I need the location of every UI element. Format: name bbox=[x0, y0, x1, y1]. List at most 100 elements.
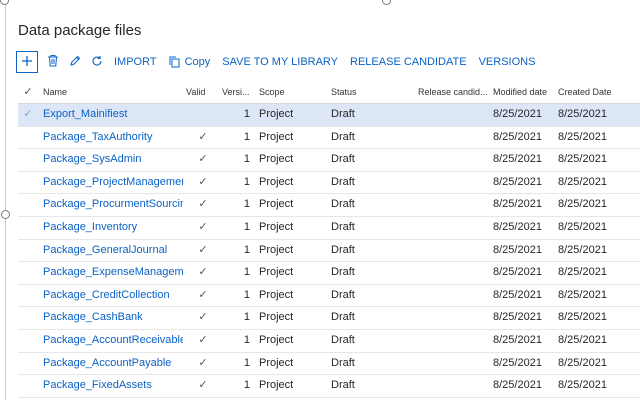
select-all-checkbox[interactable]: ✓ bbox=[18, 81, 38, 103]
valid-check: ✓ bbox=[198, 175, 208, 188]
valid-check bbox=[186, 104, 220, 126]
release-candidate-cell bbox=[418, 217, 490, 239]
refresh-button[interactable] bbox=[86, 51, 108, 73]
modified-date-cell: 8/25/2021 bbox=[493, 108, 542, 120]
package-name-link[interactable]: Package_ProjectManagement bbox=[43, 172, 183, 194]
column-header-valid[interactable]: Valid bbox=[186, 81, 220, 103]
column-header-release-candidate[interactable]: Release candid... bbox=[418, 81, 490, 103]
status-cell: Draft bbox=[331, 356, 355, 369]
row-select-checkbox[interactable] bbox=[18, 217, 38, 239]
save-to-my-library-button[interactable]: SAVE TO MY LIBRARY bbox=[216, 51, 344, 73]
created-date-cell: 8/25/2021 bbox=[558, 153, 607, 166]
package-name-link[interactable]: Export_Mainifiest bbox=[43, 104, 183, 126]
row-select-checkbox[interactable] bbox=[18, 285, 38, 307]
edit-button[interactable] bbox=[64, 51, 86, 73]
new-button[interactable] bbox=[16, 51, 38, 73]
column-header-modified-date[interactable]: Modified date bbox=[493, 81, 555, 103]
action-toolbar: IMPORT Copy SAVE TO MY LIBRARY RELEASE C… bbox=[16, 50, 541, 74]
status-cell: Draft bbox=[331, 379, 355, 392]
copy-button[interactable]: Copy bbox=[163, 51, 217, 73]
column-header-created-date[interactable]: Created Date bbox=[558, 81, 628, 103]
import-button[interactable]: IMPORT bbox=[108, 51, 163, 73]
modified-date-cell: 8/25/2021 bbox=[493, 379, 542, 392]
versions-button[interactable]: VERSIONS bbox=[473, 51, 542, 73]
trash-icon bbox=[47, 54, 59, 70]
scope-cell: Project bbox=[259, 311, 294, 324]
delete-button[interactable] bbox=[42, 51, 64, 73]
row-select-checkbox[interactable] bbox=[18, 172, 38, 194]
status-cell: Draft bbox=[331, 243, 355, 256]
grid-header: ✓ Name Valid Versi... Scope Status Relea… bbox=[18, 81, 640, 104]
modified-date-cell: 8/25/2021 bbox=[493, 175, 542, 188]
resize-handle-top[interactable] bbox=[382, 0, 391, 5]
table-row[interactable]: Package_ProjectManagement ✓ 1 Project Draft 8… bbox=[18, 172, 640, 195]
package-name-link[interactable]: Package_ExpenseManagement bbox=[43, 262, 183, 284]
release-candidate-button[interactable]: RELEASE CANDIDATE bbox=[344, 51, 473, 73]
row-select-checkbox[interactable] bbox=[18, 149, 38, 171]
table-row[interactable]: Package_SysAdmin ✓ 1 Project Draft 8/25/2021 8… bbox=[18, 149, 640, 172]
modified-date-cell: 8/25/2021 bbox=[493, 198, 542, 211]
table-row[interactable]: Package_AccountPayable ✓ 1 Project Draft 8/25… bbox=[18, 353, 640, 376]
row-select-checkbox[interactable] bbox=[18, 262, 38, 284]
table-row[interactable]: Package_TaxAuthority ✓ 1 Project Draft 8/25/2… bbox=[18, 127, 640, 150]
table-row[interactable]: Package_ExpenseManagement ✓ 1 Project Draft 8… bbox=[18, 262, 640, 285]
row-select-checkbox[interactable] bbox=[18, 194, 38, 216]
table-row[interactable]: ✓ Export_Mainifiest 1 Project Draft 8/25/2021… bbox=[18, 104, 640, 127]
row-select-checkbox[interactable] bbox=[18, 330, 38, 352]
created-date-cell: 8/25/2021 bbox=[558, 311, 607, 324]
table-row[interactable]: Package_FixedAssets ✓ 1 Project Draft 8/25/20… bbox=[18, 375, 640, 398]
version-cell: 1 bbox=[243, 153, 250, 166]
column-header-name[interactable]: Name bbox=[43, 81, 183, 103]
version-cell: 1 bbox=[243, 108, 250, 120]
package-name-link[interactable]: Package_TaxAuthority bbox=[43, 127, 183, 149]
table-row[interactable]: Package_CreditCollection ✓ 1 Project Draft 8/… bbox=[18, 285, 640, 308]
grid-body: ✓ Export_Mainifiest 1 Project Draft 8/25/2021… bbox=[18, 104, 640, 398]
row-select-checkbox[interactable] bbox=[18, 307, 38, 329]
valid-check: ✓ bbox=[198, 333, 208, 346]
package-name-link[interactable]: Package_AccountPayable bbox=[43, 353, 183, 375]
version-cell: 1 bbox=[243, 356, 250, 369]
package-name-link[interactable]: Package_Inventory bbox=[43, 217, 183, 239]
created-date-cell: 8/25/2021 bbox=[558, 108, 607, 120]
resize-handle[interactable] bbox=[1, 210, 10, 219]
package-name-link[interactable]: Package_GeneralJournal bbox=[43, 240, 183, 262]
status-cell: Draft bbox=[331, 220, 355, 233]
release-candidate-cell bbox=[418, 375, 490, 397]
version-cell: 1 bbox=[243, 288, 250, 301]
row-select-checkbox[interactable] bbox=[18, 127, 38, 149]
created-date-cell: 8/25/2021 bbox=[558, 130, 607, 143]
created-date-cell: 8/25/2021 bbox=[558, 175, 607, 188]
package-name-link[interactable]: Package_ProcurmentSourcing bbox=[43, 194, 183, 216]
created-date-cell: 8/25/2021 bbox=[558, 198, 607, 211]
row-select-checkbox[interactable] bbox=[18, 375, 38, 397]
row-select-checkbox[interactable] bbox=[18, 353, 38, 375]
row-select-checkbox[interactable] bbox=[18, 240, 38, 262]
version-cell: 1 bbox=[243, 266, 250, 279]
column-header-status[interactable]: Status bbox=[331, 81, 391, 103]
table-row[interactable]: Package_Inventory ✓ 1 Project Draft 8/25/2021… bbox=[18, 217, 640, 240]
release-candidate-cell bbox=[418, 194, 490, 216]
release-candidate-cell bbox=[418, 285, 490, 307]
table-row[interactable]: Package_AccountReceivable ✓ 1 Project Draft 8… bbox=[18, 330, 640, 353]
version-cell: 1 bbox=[243, 333, 250, 346]
created-date-cell: 8/25/2021 bbox=[558, 243, 607, 256]
column-header-scope[interactable]: Scope bbox=[259, 81, 319, 103]
column-header-version[interactable]: Versi... bbox=[222, 81, 252, 103]
scope-cell: Project bbox=[259, 379, 294, 392]
table-row[interactable]: Package_CashBank ✓ 1 Project Draft 8/25/2021 8… bbox=[18, 307, 640, 330]
scope-cell: Project bbox=[259, 220, 294, 233]
status-cell: Draft bbox=[331, 311, 355, 324]
package-name-link[interactable]: Package_SysAdmin bbox=[43, 149, 183, 171]
release-candidate-cell bbox=[418, 330, 490, 352]
table-row[interactable]: Package_GeneralJournal ✓ 1 Project Draft 8/25… bbox=[18, 240, 640, 263]
row-select-checkbox[interactable]: ✓ bbox=[18, 104, 38, 126]
package-name-link[interactable]: Package_AccountReceivable bbox=[43, 330, 183, 352]
package-name-link[interactable]: Package_CashBank bbox=[43, 307, 183, 329]
scope-cell: Project bbox=[259, 333, 294, 346]
valid-check: ✓ bbox=[198, 356, 208, 369]
resize-handle-top-left[interactable] bbox=[0, 0, 9, 5]
scope-cell: Project bbox=[259, 130, 294, 143]
table-row[interactable]: Package_ProcurmentSourcing ✓ 1 Project Draft… bbox=[18, 194, 640, 217]
package-name-link[interactable]: Package_CreditCollection bbox=[43, 285, 183, 307]
package-name-link[interactable]: Package_FixedAssets bbox=[43, 375, 183, 397]
